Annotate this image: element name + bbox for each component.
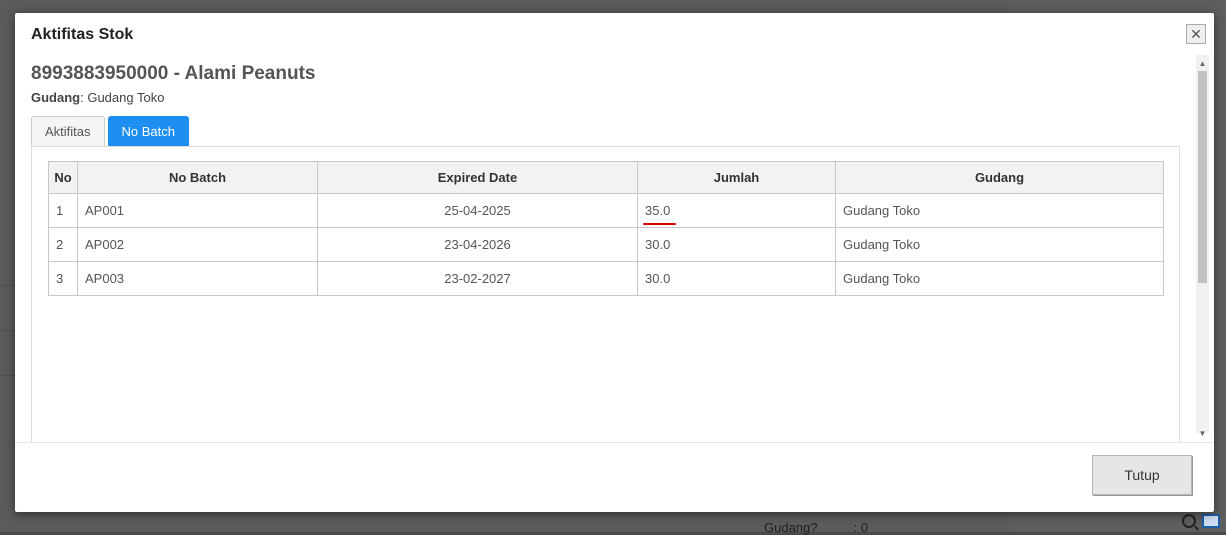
background-icons	[1182, 514, 1220, 528]
highlighted-quantity: 35.0	[642, 203, 677, 225]
cell-gudang: Gudang Toko	[835, 261, 1164, 296]
column-header-gudang[interactable]: Gudang	[835, 161, 1164, 194]
list-icon[interactable]	[1202, 514, 1220, 528]
table-row[interactable]: 1 AP001 25-04-2025 35.0 Gudang Toko	[48, 193, 1164, 228]
close-icon: ✕	[1190, 26, 1202, 42]
dialog-body: 8993883950000 - Alami Peanuts Gudang: Gu…	[15, 56, 1196, 442]
cell-jumlah: 35.0	[637, 193, 836, 228]
warehouse-value: Gudang Toko	[87, 90, 165, 105]
tab-aktifitas[interactable]: Aktifitas	[31, 116, 105, 146]
dialog-scrollbar[interactable]: ▲ ▼	[1196, 55, 1209, 438]
cell-batch: AP002	[77, 227, 318, 262]
cell-gudang: Gudang Toko	[835, 227, 1164, 262]
scroll-down-arrow-icon[interactable]: ▼	[1196, 427, 1209, 439]
search-icon[interactable]	[1182, 514, 1196, 528]
cell-jumlah: 30.0	[637, 227, 836, 262]
stock-activity-dialog: Aktifitas Stok ✕ 8993883950000 - Alami P…	[15, 13, 1214, 512]
dialog-title: Aktifitas Stok	[31, 26, 134, 43]
table-row[interactable]: 3 AP003 23-02-2027 30.0 Gudang Toko	[48, 261, 1164, 296]
cell-gudang: Gudang Toko	[835, 193, 1164, 228]
tab-panel-no-batch: No No Batch Expired Date Jumlah Gudang 1…	[31, 146, 1180, 442]
column-header-batch[interactable]: No Batch	[77, 161, 318, 194]
table-row[interactable]: 2 AP002 23-04-2026 30.0 Gudang Toko	[48, 227, 1164, 262]
close-dialog-button[interactable]: Tutup	[1092, 455, 1192, 495]
warehouse-info: Gudang: Gudang Toko	[31, 90, 165, 105]
close-button[interactable]: ✕	[1186, 24, 1206, 44]
cell-batch: AP003	[77, 261, 318, 296]
tab-bar: Aktifitas No Batch	[31, 116, 189, 146]
background-stock-text: Gudang? : 0	[764, 520, 869, 535]
scroll-thumb[interactable]	[1198, 71, 1207, 283]
batch-table: No No Batch Expired Date Jumlah Gudang 1…	[48, 161, 1164, 296]
cell-batch: AP001	[77, 193, 318, 228]
scroll-up-arrow-icon[interactable]: ▲	[1196, 57, 1209, 69]
column-header-jumlah[interactable]: Jumlah	[637, 161, 836, 194]
dialog-footer: Tutup	[15, 442, 1214, 513]
column-header-expired[interactable]: Expired Date	[317, 161, 638, 194]
cell-no: 3	[48, 261, 78, 296]
warehouse-label: Gudang	[31, 90, 81, 105]
tab-no-batch[interactable]: No Batch	[107, 116, 189, 146]
cell-expired: 25-04-2025	[317, 193, 638, 228]
cell-expired: 23-04-2026	[317, 227, 638, 262]
cell-jumlah: 30.0	[637, 261, 836, 296]
cell-no: 1	[48, 193, 78, 228]
product-title: 8993883950000 - Alami Peanuts	[31, 63, 316, 84]
table-header-row: No No Batch Expired Date Jumlah Gudang	[48, 161, 1164, 194]
cell-no: 2	[48, 227, 78, 262]
cell-expired: 23-02-2027	[317, 261, 638, 296]
column-header-no[interactable]: No	[48, 161, 78, 194]
